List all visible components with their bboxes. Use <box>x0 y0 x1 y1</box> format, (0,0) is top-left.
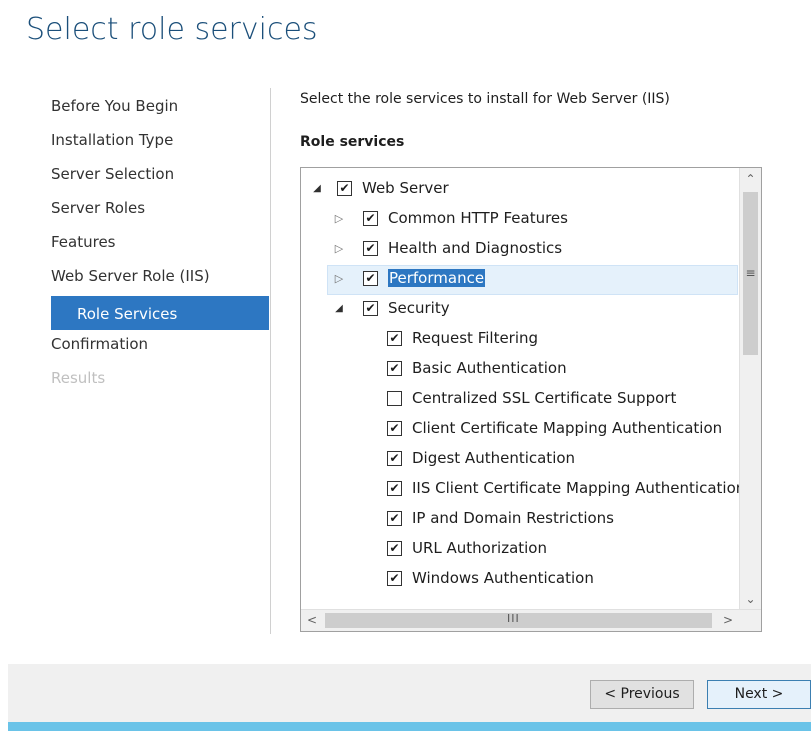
role-services-tree[interactable]: ◢ ✔ Web Server ▷ ✔ Common HTTP Features ▷ ✔ Heal… <box>300 167 762 632</box>
tree-row[interactable]: ✔ Windows Authentication <box>301 566 740 594</box>
scroll-down-icon[interactable]: ⌄ <box>740 588 761 610</box>
tree-row-label: Centralized SSL Certificate Support <box>412 389 677 407</box>
tree-row-label: IIS Client Certificate Mapping Authentic… <box>412 479 740 497</box>
scroll-up-icon[interactable]: ⌃ <box>740 168 761 190</box>
tree-checkbox[interactable] <box>387 391 402 406</box>
tree-row-label: Basic Authentication <box>412 359 567 377</box>
horizontal-scrollbar[interactable]: < III > <box>301 609 761 631</box>
nav-item-server-selection[interactable]: Server Selection <box>51 160 269 194</box>
tree-checkbox[interactable]: ✔ <box>363 241 378 256</box>
tree-row-label: Security <box>388 299 450 317</box>
tree-viewport: ◢ ✔ Web Server ▷ ✔ Common HTTP Features ▷ ✔ Heal… <box>301 168 740 610</box>
tree-row[interactable]: ◢ ✔ Web Server <box>301 176 740 204</box>
tree-checkbox[interactable]: ✔ <box>387 331 402 346</box>
tree-row-label: Request Filtering <box>412 329 539 347</box>
nav-divider <box>270 88 271 634</box>
grip-icon: ≡ <box>745 266 756 280</box>
tree-row[interactable]: ✔ IIS Client Certificate Mapping Authenti… <box>301 476 740 504</box>
tree-row[interactable]: ✔ Basic Authentication <box>301 356 740 384</box>
page-description: Select the role services to install for … <box>300 91 670 107</box>
tree-checkbox[interactable]: ✔ <box>387 361 402 376</box>
tree-checkbox[interactable]: ✔ <box>363 271 378 286</box>
tree-checkbox[interactable]: ✔ <box>363 211 378 226</box>
tree-row-label: Performance <box>388 269 486 287</box>
vertical-scrollbar[interactable]: ⌃ ≡ ⌄ <box>739 168 761 610</box>
role-services-heading: Role services <box>300 134 405 150</box>
wizard-nav: Before You Begin Installation Type Serve… <box>51 92 269 398</box>
tree-row-label: Windows Authentication <box>412 569 594 587</box>
tree-checkbox[interactable]: ✔ <box>387 541 402 556</box>
tree-checkbox[interactable]: ✔ <box>363 301 378 316</box>
tree-row[interactable]: ✔ Request Filtering <box>301 326 740 354</box>
tree-checkbox[interactable]: ✔ <box>387 511 402 526</box>
nav-item-server-roles[interactable]: Server Roles <box>51 194 269 228</box>
tree-row-label: Health and Diagnostics <box>388 239 563 257</box>
tree-row-label: Common HTTP Features <box>388 209 568 227</box>
expand-arrow-icon[interactable]: ▷ <box>333 272 345 286</box>
tree-row-label: Digest Authentication <box>412 449 576 467</box>
tree-row[interactable]: ✔ Digest Authentication <box>301 446 740 474</box>
page-title: Select role services <box>26 12 318 47</box>
tree-row-label: Client Certificate Mapping Authenticatio… <box>412 419 723 437</box>
tree-row[interactable]: ▷ ✔ Performance <box>301 265 740 295</box>
tree-row[interactable]: Centralized SSL Certificate Support <box>301 386 740 414</box>
tree-row[interactable]: ▷ ✔ Health and Diagnostics <box>301 236 740 264</box>
next-button[interactable]: Next > <box>707 680 811 709</box>
grip-icon: III <box>507 612 520 625</box>
expand-arrow-icon[interactable]: ▷ <box>333 242 345 256</box>
tree-checkbox[interactable]: ✔ <box>387 481 402 496</box>
collapse-arrow-icon[interactable]: ◢ <box>333 302 345 316</box>
nav-item-role-services[interactable]: Role Services <box>51 296 269 330</box>
nav-item-results: Results <box>51 369 106 387</box>
tree-row[interactable]: ✔ IP and Domain Restrictions <box>301 506 740 534</box>
tree-row[interactable]: ◢ ✔ Security <box>301 296 740 324</box>
footer-accent-line <box>8 722 811 731</box>
collapse-arrow-icon[interactable]: ◢ <box>311 182 323 196</box>
nav-item-installation-type[interactable]: Installation Type <box>51 126 269 160</box>
tree-row[interactable]: ✔ Client Certificate Mapping Authenticati… <box>301 416 740 444</box>
nav-item-confirmation[interactable]: Confirmation <box>51 330 269 364</box>
tree-checkbox[interactable]: ✔ <box>387 571 402 586</box>
tree-row-label: Web Server <box>362 179 449 197</box>
tree-row-label: IP and Domain Restrictions <box>412 509 615 527</box>
expand-arrow-icon[interactable]: ▷ <box>333 212 345 226</box>
tree-row[interactable]: ▷ ✔ Common HTTP Features <box>301 206 740 234</box>
nav-item-web-server-role[interactable]: Web Server Role (IIS) <box>51 262 269 296</box>
tree-row-label: URL Authorization <box>412 539 547 557</box>
tree-checkbox[interactable]: ✔ <box>337 181 352 196</box>
nav-item-features[interactable]: Features <box>51 228 269 262</box>
scroll-left-icon[interactable]: < <box>301 610 323 631</box>
tree-checkbox[interactable]: ✔ <box>387 451 402 466</box>
tree-row[interactable]: ✔ URL Authorization <box>301 536 740 564</box>
previous-button[interactable]: < Previous <box>590 680 694 709</box>
scroll-right-icon[interactable]: > <box>717 610 739 631</box>
tree-checkbox[interactable]: ✔ <box>387 421 402 436</box>
nav-item-before-you-begin[interactable]: Before You Begin <box>51 92 269 126</box>
